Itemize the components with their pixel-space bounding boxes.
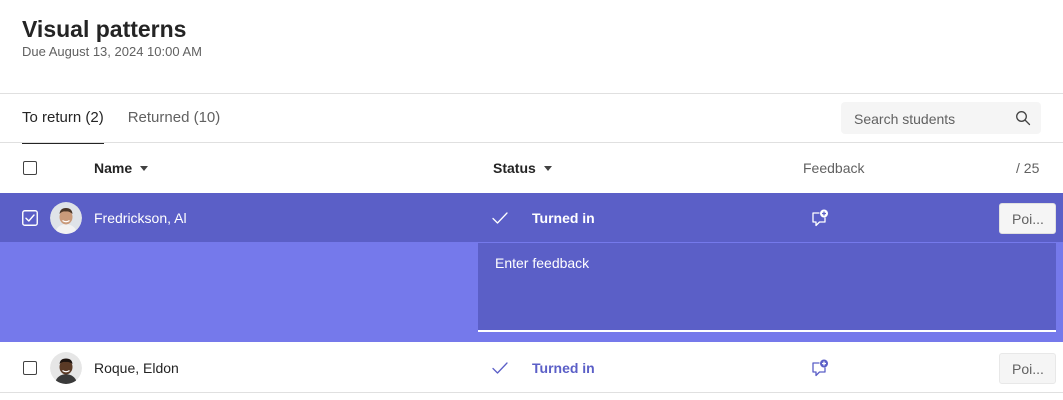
search-box <box>841 102 1041 136</box>
select-all-checkbox[interactable] <box>23 161 37 175</box>
feedback-panel: Enter feedback <box>0 242 1063 342</box>
points-input[interactable]: Poi... <box>999 203 1056 234</box>
points-column-header: / 25 <box>1016 160 1040 176</box>
search-icon[interactable] <box>1015 110 1031 126</box>
status-column-header[interactable]: Status <box>493 160 552 176</box>
page-title: Visual patterns <box>22 16 187 42</box>
avatar <box>50 202 82 234</box>
avatar <box>50 352 82 384</box>
header-divider <box>0 93 1063 94</box>
add-feedback-icon[interactable] <box>810 358 830 378</box>
sort-caret-icon <box>140 165 149 171</box>
table-row[interactable]: Fredrickson, Al Turned in Poi... <box>0 193 1063 243</box>
row-divider <box>0 392 1063 393</box>
tab-to-return[interactable]: To return (2) <box>22 95 104 144</box>
column-header-row: Name Status Feedback / 25 <box>0 143 1063 192</box>
checkmark-icon <box>492 362 508 374</box>
name-column-label: Name <box>94 160 133 176</box>
feedback-column-header: Feedback <box>803 160 865 176</box>
student-name: Fredrickson, Al <box>94 210 187 226</box>
tab-returned[interactable]: Returned (10) <box>128 95 221 143</box>
row-checkbox[interactable] <box>22 210 38 226</box>
sort-caret-icon <box>543 165 552 171</box>
feedback-textarea[interactable]: Enter feedback <box>478 243 1056 332</box>
points-input[interactable]: Poi... <box>999 353 1056 384</box>
row-checkbox[interactable] <box>23 361 37 375</box>
status-column-label: Status <box>493 160 536 176</box>
due-date: Due August 13, 2024 10:00 AM <box>22 44 202 59</box>
status-text: Turned in <box>532 210 595 226</box>
assignment-header: Visual patterns Due August 13, 2024 10:0… <box>22 14 202 59</box>
name-column-header[interactable]: Name <box>94 160 149 176</box>
student-name: Roque, Eldon <box>94 360 179 376</box>
tab-bar: To return (2) Returned (10) <box>22 95 221 144</box>
search-input[interactable] <box>852 102 1016 136</box>
status-text: Turned in <box>532 360 595 376</box>
add-feedback-icon[interactable] <box>810 208 830 228</box>
checkmark-icon <box>492 212 508 224</box>
feedback-placeholder: Enter feedback <box>495 255 590 271</box>
table-row[interactable]: Roque, Eldon Turned in Poi... <box>0 343 1063 393</box>
